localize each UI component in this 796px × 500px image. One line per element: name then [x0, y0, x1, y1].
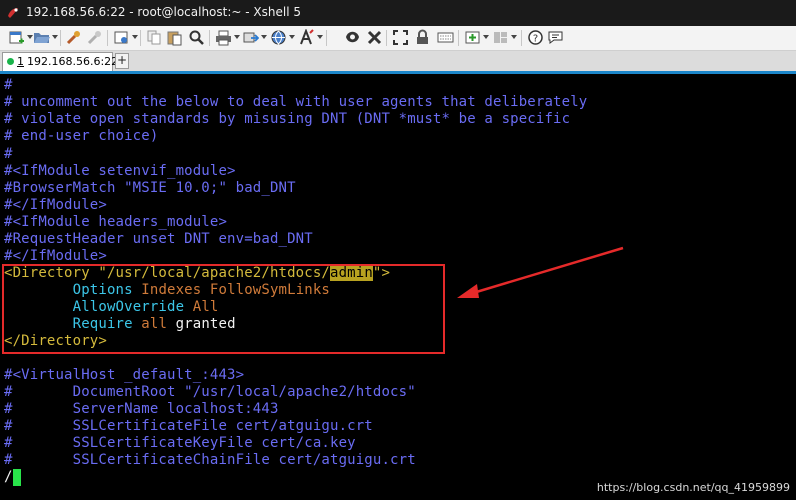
- chevron-down-icon[interactable]: [483, 35, 489, 39]
- chevron-down-icon[interactable]: [511, 35, 517, 39]
- connected-status-icon: [7, 58, 14, 65]
- terminal-line: #: [4, 146, 13, 162]
- terminal-line: # ServerName localhost:443: [4, 401, 279, 417]
- fullscreen-icon[interactable]: [392, 29, 409, 46]
- chevron-down-icon[interactable]: [261, 35, 267, 39]
- terminal-line: # DocumentRoot "/usr/local/apache2/htdoc…: [4, 384, 416, 400]
- toolbar-separator: [140, 30, 141, 46]
- terminal-line: #</IfModule>: [4, 197, 107, 213]
- tab-number: 1: [17, 55, 24, 68]
- find-icon[interactable]: [188, 29, 205, 46]
- window-title: 192.168.56.6:22 - root@localhost:~ - Xsh…: [26, 5, 301, 19]
- open-folder-icon[interactable]: [33, 29, 50, 46]
- annotation-arrow-icon: [457, 246, 624, 298]
- terminal-line: # end-user choice): [4, 128, 159, 144]
- svg-text:?: ?: [533, 34, 538, 45]
- chevron-down-icon[interactable]: [234, 35, 240, 39]
- transfer-icon[interactable]: [242, 29, 259, 46]
- toolbar-separator: [107, 30, 108, 46]
- title-bar: 192.168.56.6:22 - root@localhost:~ - Xsh…: [0, 0, 796, 26]
- xftp-icon[interactable]: [344, 29, 361, 46]
- paste-icon[interactable]: [166, 29, 183, 46]
- add-panel-icon[interactable]: [464, 29, 481, 46]
- help-icon[interactable]: ?: [527, 29, 544, 46]
- toolbar-separator: [521, 30, 522, 46]
- terminal-line: # violate open standards by misusing DNT…: [4, 111, 571, 127]
- terminal-cursor: [13, 469, 21, 486]
- chevron-down-icon[interactable]: [317, 35, 323, 39]
- tab-label: 192.168.56.6:22: [27, 55, 119, 68]
- xmanager-icon[interactable]: [366, 29, 383, 46]
- command-prompt-line: /: [4, 469, 13, 485]
- copy-icon[interactable]: [146, 29, 163, 46]
- toolbar: ?: [0, 26, 796, 51]
- terminal-line: # uncomment out the below to deal with u…: [4, 94, 588, 110]
- session-tab-bar: 1 192.168.56.6:22 +: [0, 51, 796, 74]
- lock-icon[interactable]: [414, 29, 431, 46]
- watermark: https://blog.csdn.net/qq_41959899: [596, 481, 790, 494]
- terminal-line: #BrowserMatch "MSIE 10.0;" bad_DNT: [4, 180, 296, 196]
- terminal-line: #: [4, 77, 13, 93]
- properties-icon[interactable]: [113, 29, 130, 46]
- toolbar-separator: [209, 30, 210, 46]
- chat-icon[interactable]: [547, 29, 564, 46]
- chevron-down-icon[interactable]: [52, 35, 58, 39]
- terminal-line: #<IfModule headers_module>: [4, 214, 228, 230]
- toolbar-separator: [386, 30, 387, 46]
- print-icon[interactable]: [215, 29, 232, 46]
- xshell-app-icon: [6, 5, 20, 19]
- new-tab-button[interactable]: +: [115, 53, 129, 69]
- connect-icon[interactable]: [65, 29, 82, 46]
- font-icon[interactable]: [298, 29, 315, 46]
- toolbar-separator: [60, 30, 61, 46]
- terminal-line: # SSLCertificateKeyFile cert/ca.key: [4, 435, 356, 451]
- tab-session-1[interactable]: 1 192.168.56.6:22: [2, 52, 118, 71]
- toolbar-separator: [458, 30, 459, 46]
- terminal-line: #<VirtualHost _default_:443>: [4, 367, 245, 383]
- terminal-line: #RequestHeader unset DNT env=bad_DNT: [4, 231, 313, 247]
- chevron-down-icon[interactable]: [132, 35, 138, 39]
- terminal-line: #</IfModule>: [4, 248, 107, 264]
- globe-icon[interactable]: [270, 29, 287, 46]
- terminal-line: # SSLCertificateChainFile cert/atguigu.c…: [4, 452, 416, 468]
- disconnect-icon[interactable]: [86, 29, 103, 46]
- layout-icon[interactable]: [492, 29, 509, 46]
- terminal-line: #<IfModule setenvif_module>: [4, 163, 236, 179]
- terminal-line: # SSLCertificateFile cert/atguigu.crt: [4, 418, 373, 434]
- keyboard-icon[interactable]: [437, 29, 454, 46]
- toolbar-separator: [326, 30, 327, 46]
- annotation-highlight-box: [2, 264, 445, 354]
- chevron-down-icon[interactable]: [289, 35, 295, 39]
- new-session-icon[interactable]: [8, 29, 25, 46]
